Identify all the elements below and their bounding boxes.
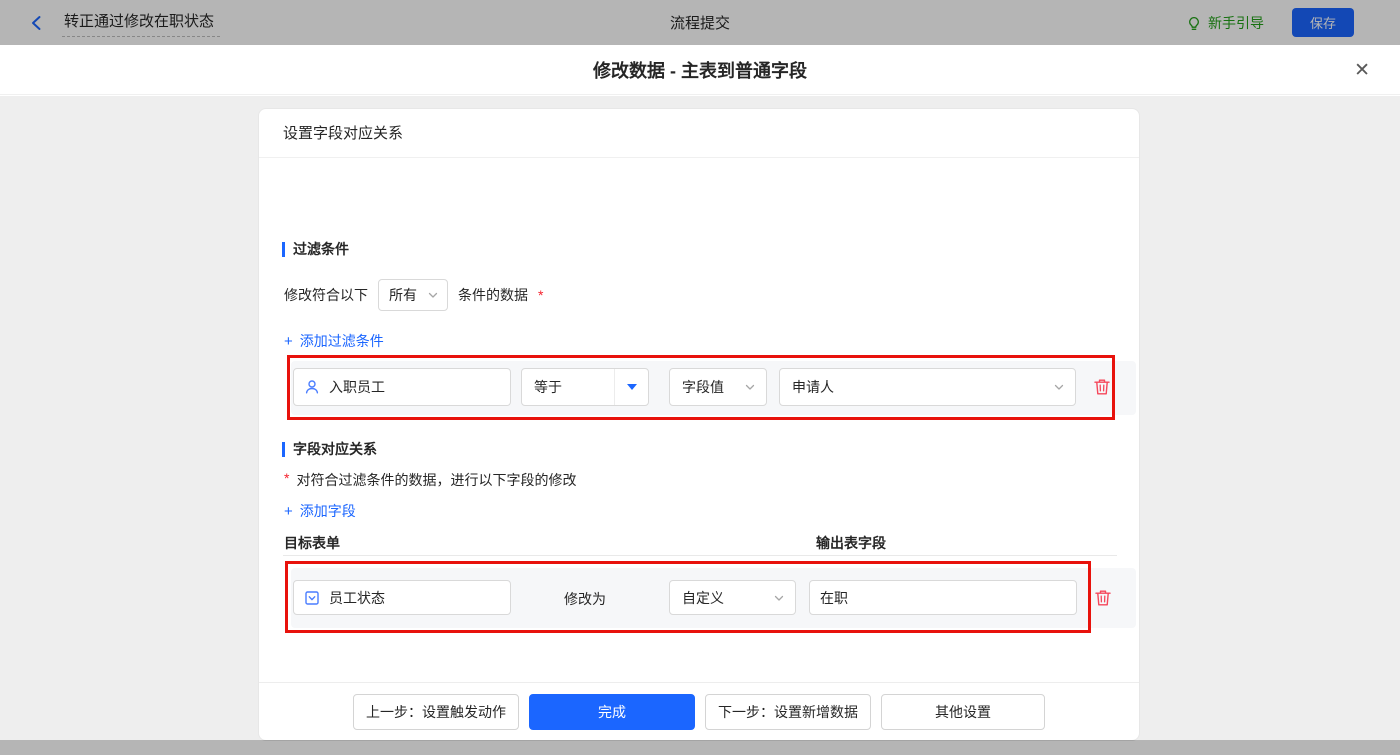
field-mapping-card: 设置字段对应关系 过滤条件 修改符合以下 所有 条件的数据 * + 添加过滤条件…: [258, 108, 1140, 741]
modal-body: 设置字段对应关系 过滤条件 修改符合以下 所有 条件的数据 * + 添加过滤条件…: [0, 96, 1400, 741]
delete-condition-button[interactable]: [1092, 377, 1112, 397]
backdrop-dim-bottom: [0, 740, 1400, 755]
close-icon[interactable]: ✕: [1350, 57, 1374, 84]
flow-name-field[interactable]: 转正通过修改在职状态: [62, 8, 221, 37]
column-divider: [283, 555, 1117, 556]
next-step-button[interactable]: 下一步：设置新增数据: [705, 693, 871, 730]
chevron-down-icon: [774, 595, 784, 601]
target-field-input[interactable]: 员工状态: [293, 580, 511, 615]
mapping-description-text: 对符合过滤条件的数据，进行以下字段的修改: [296, 472, 577, 488]
column-header-output-field: 输出表字段: [816, 535, 886, 551]
target-field-value: 员工状态: [329, 589, 385, 606]
add-field-link[interactable]: + 添加字段: [284, 501, 356, 521]
condition-field-input[interactable]: 入职员工: [293, 368, 511, 406]
chevron-down-icon: [745, 384, 755, 390]
modal-header: 修改数据 - 主表到普通字段 ✕: [0, 45, 1400, 95]
condition-field-value: 入职员工: [329, 379, 385, 395]
condition-value-select[interactable]: 申请人: [779, 368, 1076, 406]
match-mode-value: 所有: [389, 287, 417, 303]
output-value-input[interactable]: 在职: [809, 580, 1077, 615]
modal-title: 修改数据 - 主表到普通字段: [593, 60, 807, 81]
done-button[interactable]: 完成: [529, 693, 695, 730]
mapping-section-title: 字段对应关系: [282, 439, 377, 459]
add-filter-label: 添加过滤条件: [299, 333, 384, 349]
operator-caret-button[interactable]: [614, 369, 648, 405]
plus-icon: +: [284, 502, 293, 520]
mapping-section-label: 字段对应关系: [293, 441, 377, 457]
filter-section-label: 过滤条件: [293, 241, 349, 257]
trash-icon: [1094, 379, 1110, 395]
plus-icon: +: [284, 332, 293, 350]
filter-section-title: 过滤条件: [282, 239, 349, 259]
match-mode-select[interactable]: 所有: [378, 279, 448, 311]
chevron-down-icon: [428, 292, 438, 298]
add-field-label: 添加字段: [299, 503, 356, 519]
caret-down-icon: [626, 384, 637, 390]
chevron-left-icon: [32, 15, 41, 30]
value-mode-select[interactable]: 自定义: [669, 580, 796, 615]
topbar-right: 新手引导 保存: [1186, 0, 1400, 45]
guide-label: 新手引导: [1208, 14, 1264, 31]
card-footer: 上一步：设置触发动作 完成 下一步：设置新增数据 其他设置: [259, 682, 1139, 740]
match-condition-row: 修改符合以下 所有 条件的数据 *: [284, 279, 543, 311]
topbar-left: 转正通过修改在职状态: [0, 8, 221, 37]
screen: 转正通过修改在职状态 流程提交 新手引导 保存 修改数据 - 主表到普通字段 ✕…: [0, 0, 1400, 755]
beginner-guide-link[interactable]: 新手引导: [1186, 13, 1264, 33]
output-value: 在职: [820, 589, 848, 606]
add-filter-condition-link[interactable]: + 添加过滤条件: [284, 331, 384, 351]
member-field-icon: [305, 380, 319, 394]
card-title: 设置字段对应关系: [259, 109, 1139, 158]
modify-data-modal: 修改数据 - 主表到普通字段 ✕ 设置字段对应关系 过滤条件 修改符合以下 所有: [0, 45, 1400, 741]
value-type-value: 字段值: [682, 379, 724, 395]
condition-value: 申请人: [792, 379, 834, 395]
match-prefix-label: 修改符合以下: [284, 287, 368, 303]
select-field-icon: [305, 590, 319, 605]
match-suffix-label: 条件的数据: [458, 287, 528, 303]
chevron-down-icon: [1054, 384, 1064, 390]
prev-step-button[interactable]: 上一步：设置触发动作: [353, 693, 519, 730]
lightbulb-icon: [1189, 16, 1199, 30]
section-accent-bar: [282, 441, 285, 457]
delete-mapping-button[interactable]: [1093, 588, 1113, 608]
mapping-description: * 对符合过滤条件的数据，进行以下字段的修改: [284, 470, 576, 490]
value-mode-value: 自定义: [682, 589, 724, 606]
operator-value: 等于: [534, 379, 562, 395]
required-asterisk: *: [538, 287, 544, 303]
trash-icon: [1095, 590, 1111, 606]
save-button[interactable]: 保存: [1292, 8, 1354, 37]
column-header-target-form: 目标表单: [284, 535, 340, 551]
other-settings-button[interactable]: 其他设置: [881, 693, 1045, 730]
required-asterisk: *: [284, 470, 290, 486]
card-body: 过滤条件 修改符合以下 所有 条件的数据 * + 添加过滤条件 入职员工 等于 …: [259, 159, 1139, 683]
condition-operator-select[interactable]: 等于: [521, 368, 649, 406]
value-type-select[interactable]: 字段值: [669, 368, 767, 406]
topbar: 转正通过修改在职状态 流程提交 新手引导 保存: [0, 0, 1400, 45]
back-button[interactable]: [28, 13, 48, 33]
section-accent-bar: [282, 241, 285, 257]
modify-to-label: 修改为: [564, 591, 606, 607]
